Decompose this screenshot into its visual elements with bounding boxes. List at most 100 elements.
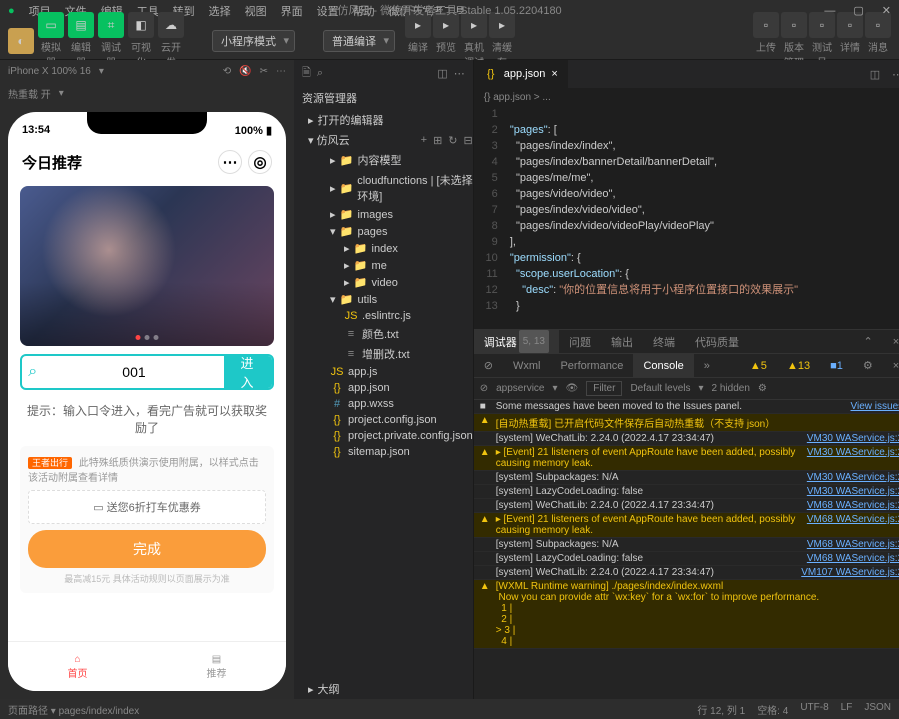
split-icon[interactable]: ◫ — [437, 67, 447, 80]
action-button[interactable]: ▸ — [461, 12, 487, 38]
tree-node[interactable]: ▸ 📁 cloudfunctions | [未选择环境] — [294, 170, 473, 206]
gear-icon[interactable]: ⚙ — [758, 383, 767, 394]
tree-node[interactable]: ▸ 📁 video — [294, 274, 473, 291]
levels-select[interactable]: Default levels — [630, 383, 690, 394]
close-icon[interactable]: × — [883, 330, 899, 353]
source-link[interactable]: VM30 WAService.js:2 — [807, 447, 899, 469]
tree-node[interactable]: ▾ 📁 utils — [294, 291, 473, 308]
tree-node[interactable]: ≡ 颜色.txt — [294, 324, 473, 344]
close-icon[interactable]: ✕ — [882, 0, 891, 22]
tree-node[interactable]: JS app.js — [294, 364, 473, 380]
action-button[interactable]: ▸ — [489, 12, 515, 38]
code-input[interactable] — [43, 364, 224, 380]
source-link[interactable]: View issues — [851, 401, 899, 412]
settings-icon[interactable]: ⚙ — [853, 354, 883, 377]
avatar-icon[interactable]: ◐ — [8, 28, 34, 54]
mute-icon[interactable]: 🔇 — [239, 66, 251, 77]
menu-icon[interactable]: ⋯ — [218, 150, 242, 174]
refresh-icon[interactable]: ↻ — [448, 134, 457, 147]
outline[interactable]: ▸ 大纲 — [294, 679, 473, 699]
menu-item[interactable]: 界面 — [281, 3, 303, 19]
files-icon[interactable]: 🗎 — [302, 64, 311, 83]
devtool-tab[interactable]: 代码质量 — [685, 330, 749, 353]
eye-icon[interactable]: 👁 — [566, 383, 579, 394]
stop-icon[interactable]: ⊘ — [474, 354, 503, 377]
tree-node[interactable]: ≡ 增删改.txt — [294, 344, 473, 364]
more-icon[interactable]: ⋯ — [276, 66, 286, 77]
editor-button[interactable]: ▤ — [68, 12, 94, 38]
tab-performance[interactable]: Performance — [550, 354, 633, 377]
new-folder-icon[interactable]: ⊞ — [433, 134, 442, 147]
hot-reload[interactable]: 热重载 开 — [8, 86, 51, 101]
source-link[interactable]: VM68 WAService.js:2 — [807, 500, 899, 511]
tab-home[interactable]: ⌂首页 — [8, 642, 147, 691]
breadcrumb[interactable]: {} app.json > ... — [474, 88, 899, 106]
tree-node[interactable]: ▸ 📁 内容模型 — [294, 150, 473, 170]
new-file-icon[interactable]: + — [421, 134, 427, 147]
toolbar-button[interactable]: ▫ — [753, 12, 779, 38]
tree-node[interactable]: {} sitemap.json — [294, 444, 473, 460]
tree-node[interactable]: ▸ 📁 images — [294, 206, 473, 223]
simulator-button[interactable]: ▭ — [38, 12, 64, 38]
devtool-tab[interactable]: 输出 — [601, 330, 643, 353]
source-link[interactable]: VM68 WAService.js:2 — [807, 553, 899, 564]
context-select[interactable]: appservice — [496, 383, 544, 394]
open-editors[interactable]: ▸ 打开的编辑器 — [294, 110, 473, 130]
close-devtools-icon[interactable]: × — [883, 354, 899, 377]
maximize-icon[interactable]: ▢ — [853, 0, 863, 22]
visual-button[interactable]: ◧ — [128, 12, 154, 38]
menu-item[interactable]: 选择 — [209, 3, 231, 19]
source-link[interactable]: VM30 WAService.js:2 — [807, 472, 899, 483]
action-button[interactable]: ▸ — [433, 12, 459, 38]
compile-select[interactable]: 普通编译 — [323, 30, 395, 52]
devtool-tab[interactable]: 问题 — [559, 330, 601, 353]
devtool-tab[interactable]: 终端 — [643, 330, 685, 353]
clear-icon[interactable]: ⊘ — [480, 383, 488, 394]
rotate-icon[interactable]: ⟲ — [223, 66, 231, 77]
target-icon[interactable]: ◎ — [248, 150, 272, 174]
tree-node[interactable]: ▸ 📁 me — [294, 257, 473, 274]
more-tabs-icon[interactable]: » — [694, 354, 720, 377]
devtool-tab[interactable]: 调试器5, 13 — [474, 330, 559, 353]
source-link[interactable]: VM107 WAService.js:2 — [801, 567, 899, 578]
menu-item[interactable]: 设置 — [317, 3, 339, 19]
menu-item[interactable]: 视图 — [245, 3, 267, 19]
close-tab-icon[interactable]: × — [551, 68, 557, 80]
tree-node[interactable]: JS .eslintrc.js — [294, 308, 473, 324]
banner-image[interactable] — [20, 186, 274, 346]
mode-select[interactable]: 小程序模式 — [212, 30, 295, 52]
source-link[interactable]: VM30 WAService.js:2 — [807, 486, 899, 497]
more-icon[interactable]: ⋯ — [886, 68, 899, 81]
toolbar-button[interactable]: ▫ — [781, 12, 807, 38]
code-editor[interactable]: 12345678910111213 "pages": [ "pages/inde… — [474, 106, 899, 329]
minimize-icon[interactable]: — — [824, 0, 835, 22]
tab-recommend[interactable]: ▤推荐 — [147, 642, 286, 691]
expand-icon[interactable]: ⌃ — [853, 330, 882, 353]
filter-input[interactable]: Filter — [586, 381, 622, 396]
source-link[interactable]: VM68 WAService.js:2 — [807, 514, 899, 536]
action-button[interactable]: ▸ — [405, 12, 431, 38]
more-icon[interactable]: ⋯ — [454, 67, 465, 80]
tree-node[interactable]: {} app.json — [294, 380, 473, 396]
tab-wxml[interactable]: Wxml — [503, 354, 551, 377]
tab-console[interactable]: Console — [633, 354, 693, 377]
collapse-icon[interactable]: ⊟ — [464, 134, 473, 147]
tree-node[interactable]: ▸ 📁 index — [294, 240, 473, 257]
tree-node[interactable]: {} project.config.json — [294, 412, 473, 428]
split-editor-icon[interactable]: ◫ — [864, 68, 886, 81]
tree-node[interactable]: # app.wxss — [294, 396, 473, 412]
project-root[interactable]: ▾ 仿风云 +⊞↻⊟ — [294, 130, 473, 150]
complete-button[interactable]: 完成 — [28, 530, 266, 568]
tab-app-json[interactable]: {}app.json× — [474, 60, 568, 88]
debugger-button[interactable]: ⌗ — [98, 12, 124, 38]
menu-item[interactable]: 帮助 — [353, 3, 375, 19]
page-path[interactable]: 页面路径 ▾ pages/index/index — [8, 702, 139, 717]
cut-icon[interactable]: ✂ — [260, 66, 268, 77]
search-icon[interactable]: ⌕ — [317, 67, 323, 80]
cloud-button[interactable]: ☁ — [158, 12, 184, 38]
source-link[interactable]: VM68 WAService.js:2 — [807, 539, 899, 550]
tree-node[interactable]: ▾ 📁 pages — [294, 223, 473, 240]
device-select[interactable]: iPhone X 100% 16 — [8, 66, 91, 77]
enter-button[interactable]: 进入 — [224, 356, 272, 388]
source-link[interactable]: VM30 WAService.js:2 — [807, 433, 899, 444]
